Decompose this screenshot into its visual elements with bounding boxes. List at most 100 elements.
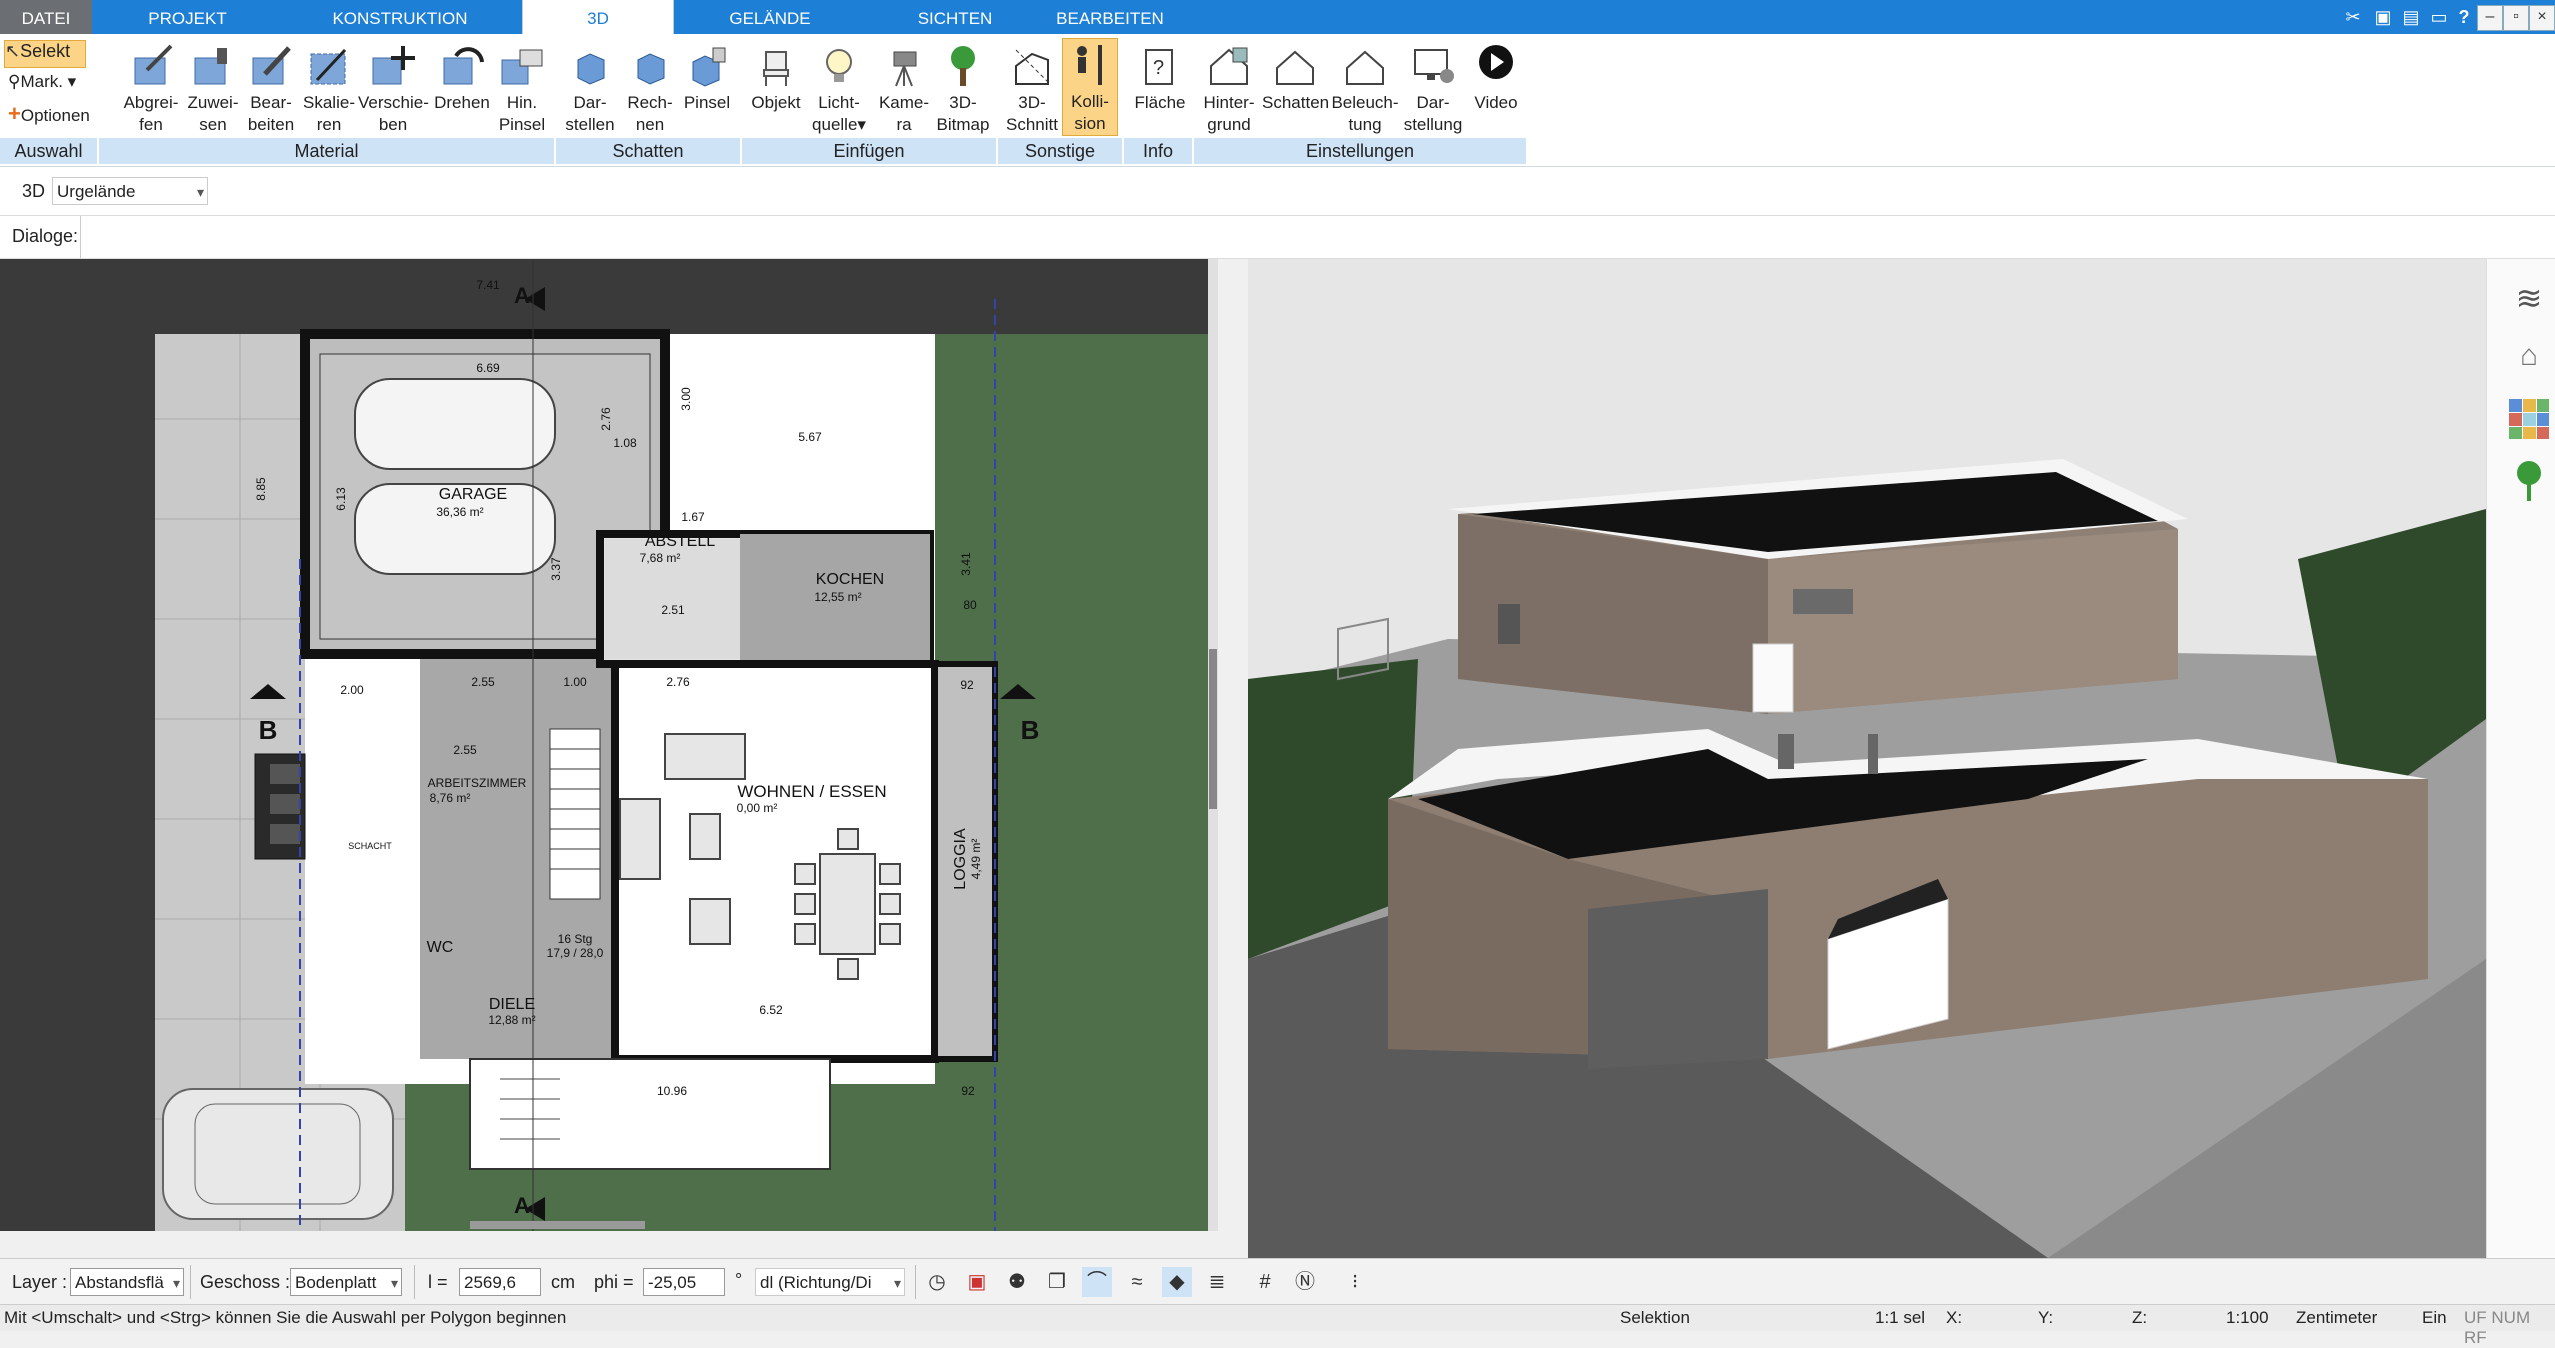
layers-icon[interactable]: ≋ (2509, 279, 2549, 319)
dim-2-76-b: 2.76 (666, 675, 690, 689)
dim-2-00: 2.00 (340, 683, 364, 697)
selekt-button[interactable]: ↖Selekt (4, 40, 86, 68)
direction-select[interactable]: dl (Richtung/Di (755, 1268, 905, 1297)
clock-icon[interactable]: ◷ (922, 1267, 952, 1297)
3d-schnitt-button[interactable]: 3D- Schnitt (1000, 40, 1064, 136)
hin-pinsel-button[interactable]: Hin. Pinsel (494, 40, 550, 136)
close-icon[interactable]: × (2529, 5, 2555, 31)
plane-icon[interactable]: ◆ (1162, 1267, 1192, 1297)
plant-svg (2517, 461, 2541, 501)
status-ein: Ein (2422, 1308, 2447, 1327)
zuweisen-button[interactable]: Zuwei- sen (184, 40, 242, 136)
area-info-icon: ? (1145, 49, 1173, 85)
tab-sichten[interactable]: SICHTEN (885, 0, 1025, 34)
help-icon[interactable]: ? (2452, 5, 2476, 29)
lichtquelle-button[interactable]: Licht- quelle▾ (806, 40, 872, 136)
dim-2-51: 2.51 (661, 603, 685, 617)
skalieren-button[interactable]: Skalie- ren (300, 40, 358, 136)
dim-3-37: 3.37 (549, 557, 563, 581)
view-splitter[interactable] (1218, 259, 1248, 1258)
lichtquelle-text: quelle (812, 115, 858, 134)
einst-schatten-button[interactable]: Schatten (1262, 40, 1329, 114)
room-name-wc: WC (427, 939, 454, 956)
lichtquelle-label-1: Licht- (818, 93, 860, 112)
window-layout-icon[interactable]: ▭ (2428, 5, 2450, 29)
darstellung-button[interactable]: Dar- stellung (1400, 40, 1466, 136)
dim-3-00: 3.00 (679, 387, 693, 411)
tab-projekt[interactable]: PROJEKT (120, 0, 255, 34)
tab-konstruktion[interactable]: KONSTRUKTION (310, 0, 490, 34)
room-area-diele: 12,88 m² (488, 1013, 535, 1027)
terrain-select[interactable]: Urgelände (52, 177, 208, 206)
separator (414, 1265, 415, 1299)
assign-material-icon (194, 48, 227, 85)
objekt-button[interactable]: Objekt (746, 40, 806, 114)
plan-vscroll-thumb[interactable] (1209, 649, 1217, 809)
flaeche-button[interactable]: ? Fläche (1130, 40, 1190, 114)
3d-bitmap-button[interactable]: 3D- Bitmap (936, 40, 990, 136)
copy-layers-icon[interactable]: ❐ (1042, 1267, 1072, 1297)
north-icon[interactable]: Ⓝ (1290, 1267, 1320, 1297)
package-icon[interactable]: ▣ (2372, 5, 2394, 29)
group-auswahl: Auswahl (0, 138, 97, 164)
section-label-b-right: B (1021, 715, 1040, 745)
materials-icon[interactable] (2509, 399, 2549, 439)
schatten-rechnen-button[interactable]: Rech- nen (620, 40, 680, 136)
cube-shadow-icon (577, 53, 605, 85)
geschoss-label: Geschoss : (200, 1272, 291, 1292)
3d-view[interactable] (1248, 259, 2486, 1258)
abgreifen-button[interactable]: Abgrei- fen (118, 40, 184, 136)
mark-button[interactable]: ⚲Mark. ▾ (8, 72, 76, 92)
room-name-loggia: LOGGIA (952, 828, 969, 890)
group-info: Info (1124, 138, 1192, 164)
phi-unit: ° (735, 1270, 743, 1290)
dim-1-08: 1.08 (613, 436, 637, 450)
schatten-darstellen-button[interactable]: Dar- stellen (560, 40, 620, 136)
screen-record-icon[interactable]: ▣ (962, 1267, 992, 1297)
video-button[interactable]: Video (1468, 40, 1524, 114)
tab-gelaende[interactable]: GELÄNDE (700, 0, 840, 34)
tab-3d[interactable]: 3D (522, 0, 674, 34)
minimize-icon[interactable]: – (2477, 5, 2503, 31)
dim-6-52: 6.52 (759, 1003, 783, 1017)
layer-select[interactable]: Abstandsflä (70, 1268, 184, 1297)
bitmap-label-1: 3D- (949, 93, 977, 112)
length-label: l = (428, 1272, 448, 1292)
tab-datei[interactable]: DATEI (0, 0, 92, 34)
tools-icon[interactable]: ✂ (2342, 5, 2364, 29)
plan-hscroll-thumb[interactable] (470, 1221, 645, 1229)
hintergrund-button[interactable]: Hinter- grund (1198, 40, 1260, 136)
floor-plan-view[interactable]: GARAGE 36,36 m² ABSTELL 7,68 m² KOCHEN 1… (0, 259, 1218, 1231)
restore-icon[interactable]: ▫ (2503, 5, 2529, 31)
plant-icon[interactable] (2509, 459, 2549, 501)
terrain-wave-icon[interactable]: ≈ (1122, 1267, 1152, 1297)
bottom-toolbar: Layer : Abstandsflä Geschoss : Bodenplat… (0, 1258, 2555, 1305)
3d-canvas (1248, 259, 2486, 1258)
separator (915, 1265, 916, 1299)
bearbeiten-button[interactable]: Bear- beiten (242, 40, 300, 136)
brush-icon (501, 49, 543, 85)
kamera-button[interactable]: Kame- ra (872, 40, 936, 136)
phi-input[interactable]: -25,05 (643, 1268, 725, 1296)
grid-icon[interactable]: # (1250, 1267, 1280, 1297)
schatten-pinsel-button[interactable]: Pinsel (680, 40, 734, 114)
furniture-icon[interactable]: ⌂ (2509, 339, 2549, 379)
room-name-garage: GARAGE (439, 486, 507, 503)
dialog-bar: Dialoge: (0, 216, 2555, 259)
rotate-icon (443, 47, 484, 85)
terrain-line-icon[interactable]: ⌒ (1082, 1267, 1112, 1297)
kollision-button[interactable]: Kolli- sion (1062, 38, 1118, 136)
beleuchtung-button[interactable]: Beleuch- tung (1330, 40, 1400, 136)
tab-bearbeiten[interactable]: BEARBEITEN (1045, 0, 1175, 34)
more-icon[interactable]: ⁝ (1340, 1267, 1370, 1297)
verschieben-button[interactable]: Verschie- ben (358, 40, 429, 136)
length-input[interactable]: 2569,6 (459, 1268, 541, 1296)
print-icon[interactable]: ▤ (2400, 5, 2422, 29)
hatch-icon[interactable]: ≣ (1202, 1267, 1232, 1297)
optionen-button[interactable]: +Optionen (8, 101, 90, 127)
phi-value: -25,05 (648, 1273, 697, 1292)
people-icon[interactable]: ⚉ (1002, 1267, 1032, 1297)
geschoss-select[interactable]: Bodenplatt (290, 1268, 402, 1297)
drehen-button[interactable]: Drehen (430, 40, 494, 114)
room-name-arbeitszimmer: ARBEITSZIMMER (428, 776, 527, 790)
